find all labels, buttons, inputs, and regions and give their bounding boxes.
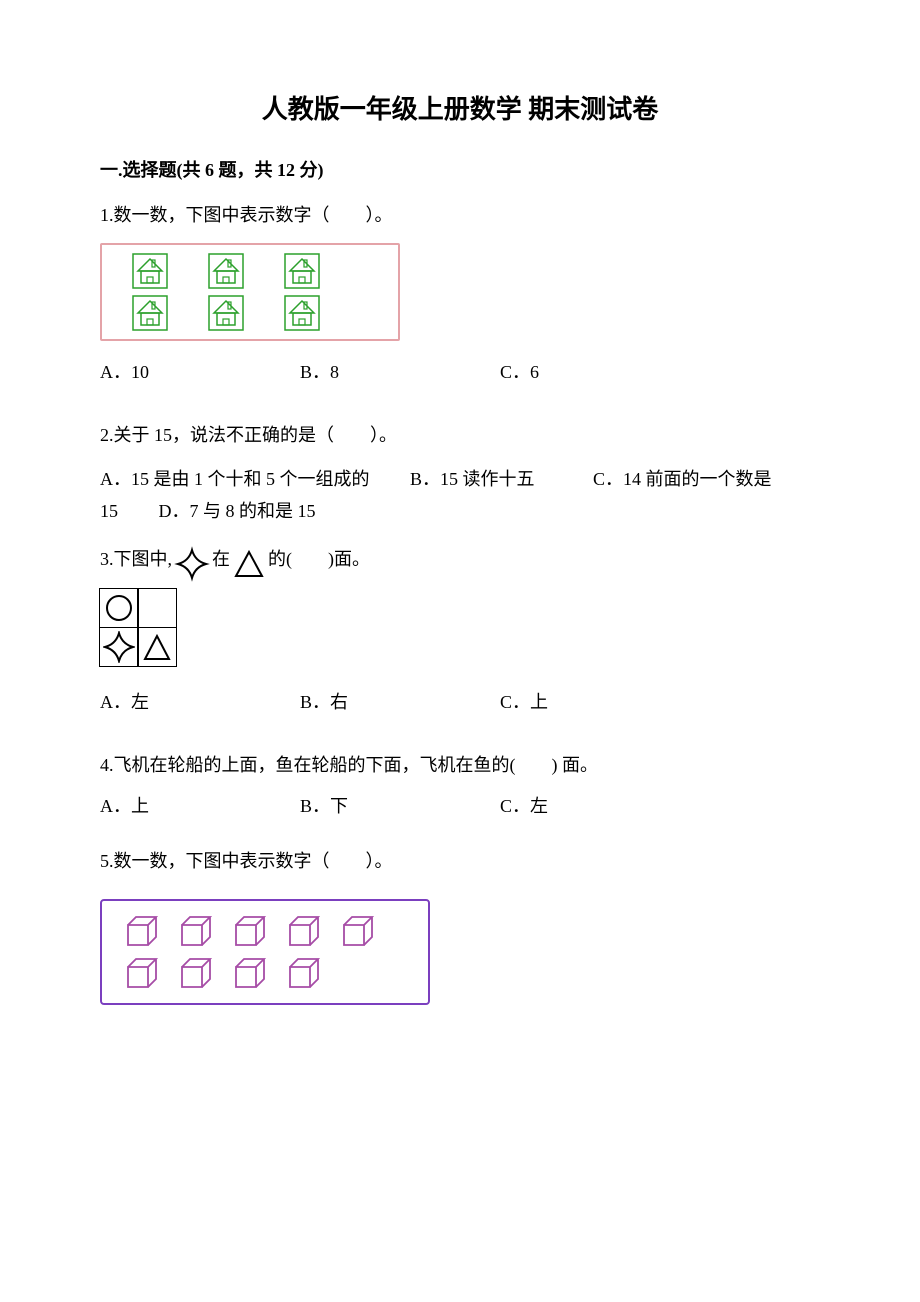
cube-icon — [230, 957, 266, 989]
question-4: 4.飞机在轮船的上面，鱼在轮船的下面，飞机在鱼的( ) 面。 A．上 B．下 C… — [100, 752, 820, 820]
triangle-icon — [232, 546, 266, 580]
cube-icon — [284, 957, 320, 989]
question-3: 3.下图中, 在 的( )面。 — [100, 546, 820, 716]
q1-figure — [100, 243, 820, 341]
q1-option-c: C．6 — [500, 359, 700, 386]
grid-cell-empty — [137, 588, 177, 628]
cube-icon — [122, 957, 158, 989]
cube-icon — [176, 915, 212, 947]
star4-icon — [174, 546, 210, 582]
house-icon — [208, 253, 244, 289]
q3-option-a: A．左 — [100, 689, 300, 716]
q3-mid: 在 — [212, 546, 230, 573]
cube-icon — [122, 915, 158, 947]
q1-options: A．10 B．8 C．6 — [100, 359, 820, 386]
house-icon — [208, 295, 244, 331]
q3-option-c: C．上 — [500, 689, 700, 716]
q3-text: 3.下图中, 在 的( )面。 — [100, 546, 820, 582]
q1-option-b: B．8 — [300, 359, 500, 386]
q3-prefix: 3.下图中, — [100, 546, 172, 573]
house-icon — [284, 295, 320, 331]
q4-option-a: A．上 — [100, 793, 300, 820]
q1-text: 1.数一数，下图中表示数字（ ）。 — [100, 202, 820, 229]
question-5: 5.数一数，下图中表示数字（ ）。 — [100, 848, 820, 1005]
q2-options: A．15 是由 1 个十和 5 个一组成的 B．15 读作十五 C．14 前面的… — [100, 463, 820, 528]
star4-icon — [103, 631, 135, 663]
q2-option-a: A．15 是由 1 个十和 5 个一组成的 — [100, 469, 370, 489]
q5-figure — [100, 899, 820, 1005]
q4-option-c: C．左 — [500, 793, 700, 820]
q4-text: 4.飞机在轮船的上面，鱼在轮船的下面，飞机在鱼的( ) 面。 — [100, 752, 820, 779]
cube-icon — [176, 957, 212, 989]
question-1: 1.数一数，下图中表示数字（ ）。 A．10 B．8 C．6 — [100, 202, 820, 386]
q2-text: 2.关于 15，说法不正确的是（ ）。 — [100, 422, 820, 449]
cube-icon — [338, 915, 374, 947]
page-title: 人教版一年级上册数学 期末测试卷 — [100, 90, 820, 129]
q5-text: 5.数一数，下图中表示数字（ ）。 — [100, 848, 820, 875]
grid-cell-triangle — [137, 627, 177, 667]
q3-suffix: 的( )面。 — [268, 546, 370, 573]
q3-options: A．左 B．右 C．上 — [100, 689, 820, 716]
house-icon — [132, 253, 168, 289]
grid-cell-circle — [99, 588, 139, 628]
triangle-icon — [142, 632, 172, 662]
q1-option-a: A．10 — [100, 359, 300, 386]
cube-icon — [284, 915, 320, 947]
q4-options: A．上 B．下 C．左 — [100, 793, 820, 820]
house-box — [100, 243, 400, 341]
circle-icon — [105, 594, 133, 622]
q3-figure — [100, 590, 820, 671]
q2-option-d: D．7 与 8 的和是 15 — [159, 501, 316, 521]
q2-option-b: B．15 读作十五 — [410, 469, 535, 489]
q4-option-b: B．下 — [300, 793, 500, 820]
section-header: 一.选择题(共 6 题，共 12 分) — [100, 157, 820, 184]
cube-box — [100, 899, 430, 1005]
question-2: 2.关于 15，说法不正确的是（ ）。 A．15 是由 1 个十和 5 个一组成… — [100, 422, 820, 528]
grid-cell-star — [99, 627, 139, 667]
cube-icon — [230, 915, 266, 947]
q3-option-b: B．右 — [300, 689, 500, 716]
house-icon — [284, 253, 320, 289]
house-icon — [132, 295, 168, 331]
